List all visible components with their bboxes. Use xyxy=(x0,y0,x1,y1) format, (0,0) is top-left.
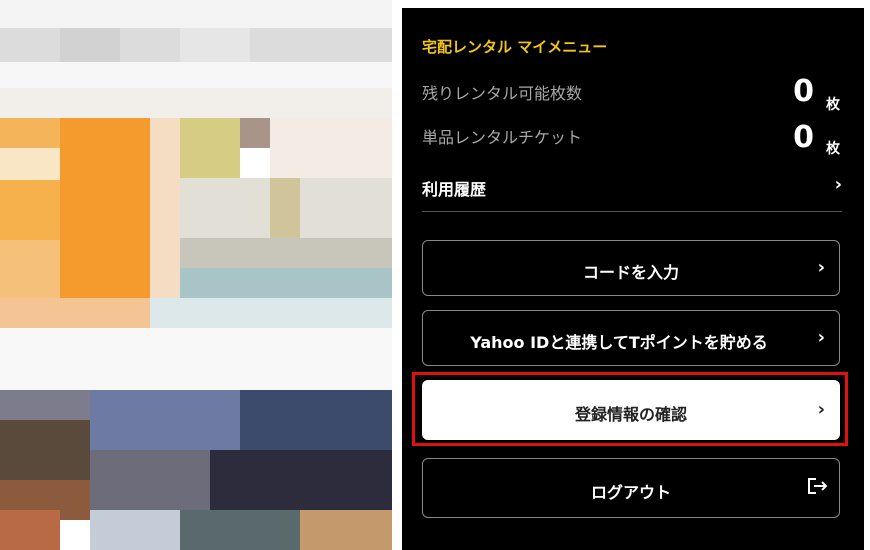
chevron-right-icon: › xyxy=(834,174,842,195)
chevron-right-icon: › xyxy=(817,257,825,278)
remaining-rentals-label: 残りレンタル可能枚数 xyxy=(422,84,583,103)
chevron-right-icon: › xyxy=(817,327,825,348)
enter-code-button[interactable]: コードを入力 › xyxy=(422,240,840,296)
single-tickets-value: 0 xyxy=(793,120,814,155)
history-link[interactable]: 利用履歴 › xyxy=(422,174,842,200)
enter-code-label: コードを入力 xyxy=(582,263,679,282)
remaining-rentals-value: 0 xyxy=(793,74,814,109)
logout-button[interactable]: ログアウト xyxy=(422,458,840,518)
yahoo-link-button[interactable]: Yahoo IDと連携してTポイントを貯める › xyxy=(422,310,840,366)
menu-title: 宅配レンタル マイメニュー xyxy=(422,38,608,56)
divider xyxy=(422,211,842,212)
yahoo-link-label: Yahoo IDと連携してTポイントを貯める xyxy=(470,333,768,352)
single-tickets-unit: 枚 xyxy=(826,141,840,157)
single-tickets-label: 単品レンタルチケット xyxy=(422,128,583,147)
history-label: 利用履歴 xyxy=(422,180,487,199)
registration-info-label: 登録情報の確認 xyxy=(574,405,687,424)
logout-icon xyxy=(808,478,828,494)
registration-info-button[interactable]: 登録情報の確認 › xyxy=(422,380,840,440)
panel-gap xyxy=(392,0,402,550)
logout-label: ログアウト xyxy=(590,483,671,502)
my-menu-panel: 宅配レンタル マイメニュー 残りレンタル可能枚数 0 枚 単品レンタルチケット … xyxy=(402,8,864,550)
chevron-right-icon: › xyxy=(817,399,825,420)
blurred-background-content xyxy=(0,0,392,550)
remaining-rentals-unit: 枚 xyxy=(826,97,840,113)
